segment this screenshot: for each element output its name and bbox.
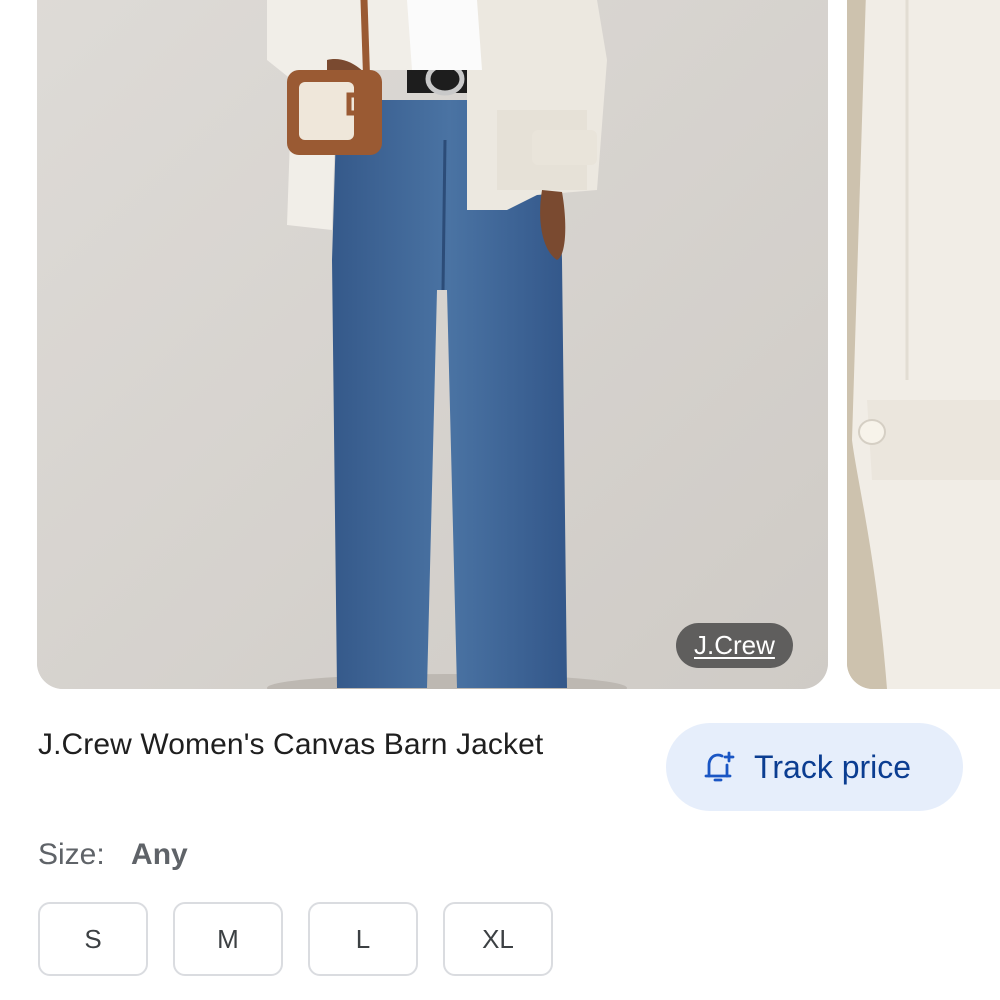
size-option-m[interactable]: M	[173, 902, 283, 976]
product-page: J.Crew J.Crew Women's Canvas Barn Jacket	[0, 0, 1000, 1000]
product-image-card[interactable]: J.Crew	[37, 0, 828, 689]
track-price-button[interactable]: Track price	[666, 723, 963, 811]
next-product-photo	[847, 0, 1000, 689]
size-options: S M L XL	[38, 902, 553, 976]
product-photo	[37, 0, 828, 689]
product-title: J.Crew Women's Canvas Barn Jacket	[38, 728, 544, 761]
image-carousel[interactable]: J.Crew	[0, 0, 1000, 690]
size-option-l[interactable]: L	[308, 902, 418, 976]
next-image-card[interactable]	[847, 0, 1000, 689]
size-selector-header: Size: Any	[38, 838, 188, 872]
size-option-xl[interactable]: XL	[443, 902, 553, 976]
size-option-s[interactable]: S	[38, 902, 148, 976]
size-value: Any	[131, 838, 188, 871]
bell-plus-icon	[702, 750, 736, 784]
track-price-label: Track price	[754, 748, 912, 785]
size-label: Size:	[38, 838, 105, 871]
source-badge[interactable]: J.Crew	[676, 623, 793, 668]
